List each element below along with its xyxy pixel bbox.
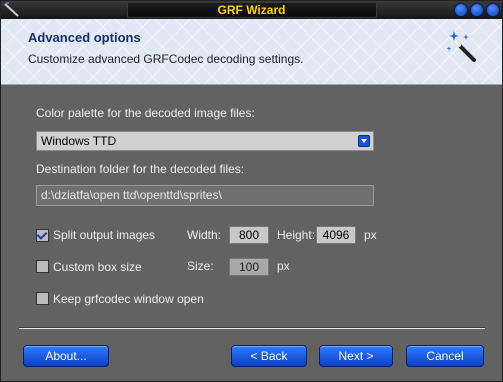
split-output-label[interactable]: Split output images — [53, 228, 155, 242]
cancel-button[interactable]: Cancel — [406, 345, 484, 367]
minimize-button[interactable] — [454, 3, 468, 17]
custom-box-checkbox[interactable] — [36, 260, 49, 273]
checkmark-icon — [36, 229, 48, 240]
height-label: Height: — [277, 228, 316, 242]
width-label: Width: — [187, 228, 222, 242]
about-button[interactable]: About... — [23, 345, 109, 367]
page-title: Advanced options — [28, 30, 141, 45]
window-title: GRF Wizard — [217, 3, 286, 17]
wizard-header: Advanced options Customize advanced GRFC… — [1, 19, 502, 85]
palette-label: Color palette for the decoded image file… — [36, 106, 255, 120]
palette-selected-value: Windows TTD — [41, 134, 117, 148]
maximize-button[interactable] — [470, 3, 484, 17]
size-unit-label: px — [277, 259, 290, 273]
chevron-down-icon[interactable] — [358, 135, 370, 147]
keep-open-label[interactable]: Keep grfcodec window open — [53, 292, 204, 306]
size-input[interactable]: 100 — [229, 258, 269, 276]
divider — [19, 327, 485, 329]
destination-label: Destination folder for the decoded files… — [36, 162, 245, 176]
split-unit-label: px — [364, 228, 377, 242]
split-output-checkbox[interactable] — [36, 229, 49, 242]
height-input[interactable]: 4096 — [316, 226, 356, 244]
page-subtitle: Customize advanced GRFCodec decoding set… — [28, 52, 304, 66]
close-button[interactable] — [486, 3, 500, 17]
width-input[interactable]: 800 — [229, 226, 269, 244]
palette-select[interactable]: Windows TTD — [36, 131, 374, 151]
keep-open-checkbox[interactable] — [36, 292, 49, 305]
next-button[interactable]: Next > — [319, 345, 393, 367]
back-button[interactable]: < Back — [231, 345, 307, 367]
destination-value: d:\dziatfa\open ttd\openttd\sprites\ — [41, 188, 222, 202]
title-bar[interactable]: GRF Wizard — [1, 1, 502, 19]
size-label: Size: — [187, 259, 214, 273]
destination-field[interactable]: d:\dziatfa\open ttd\openttd\sprites\ — [36, 185, 374, 206]
wizard-window: GRF Wizard Advanced options Customize ad… — [0, 0, 503, 382]
magic-wand-icon — [446, 31, 476, 62]
custom-box-label[interactable]: Custom box size — [53, 260, 142, 274]
